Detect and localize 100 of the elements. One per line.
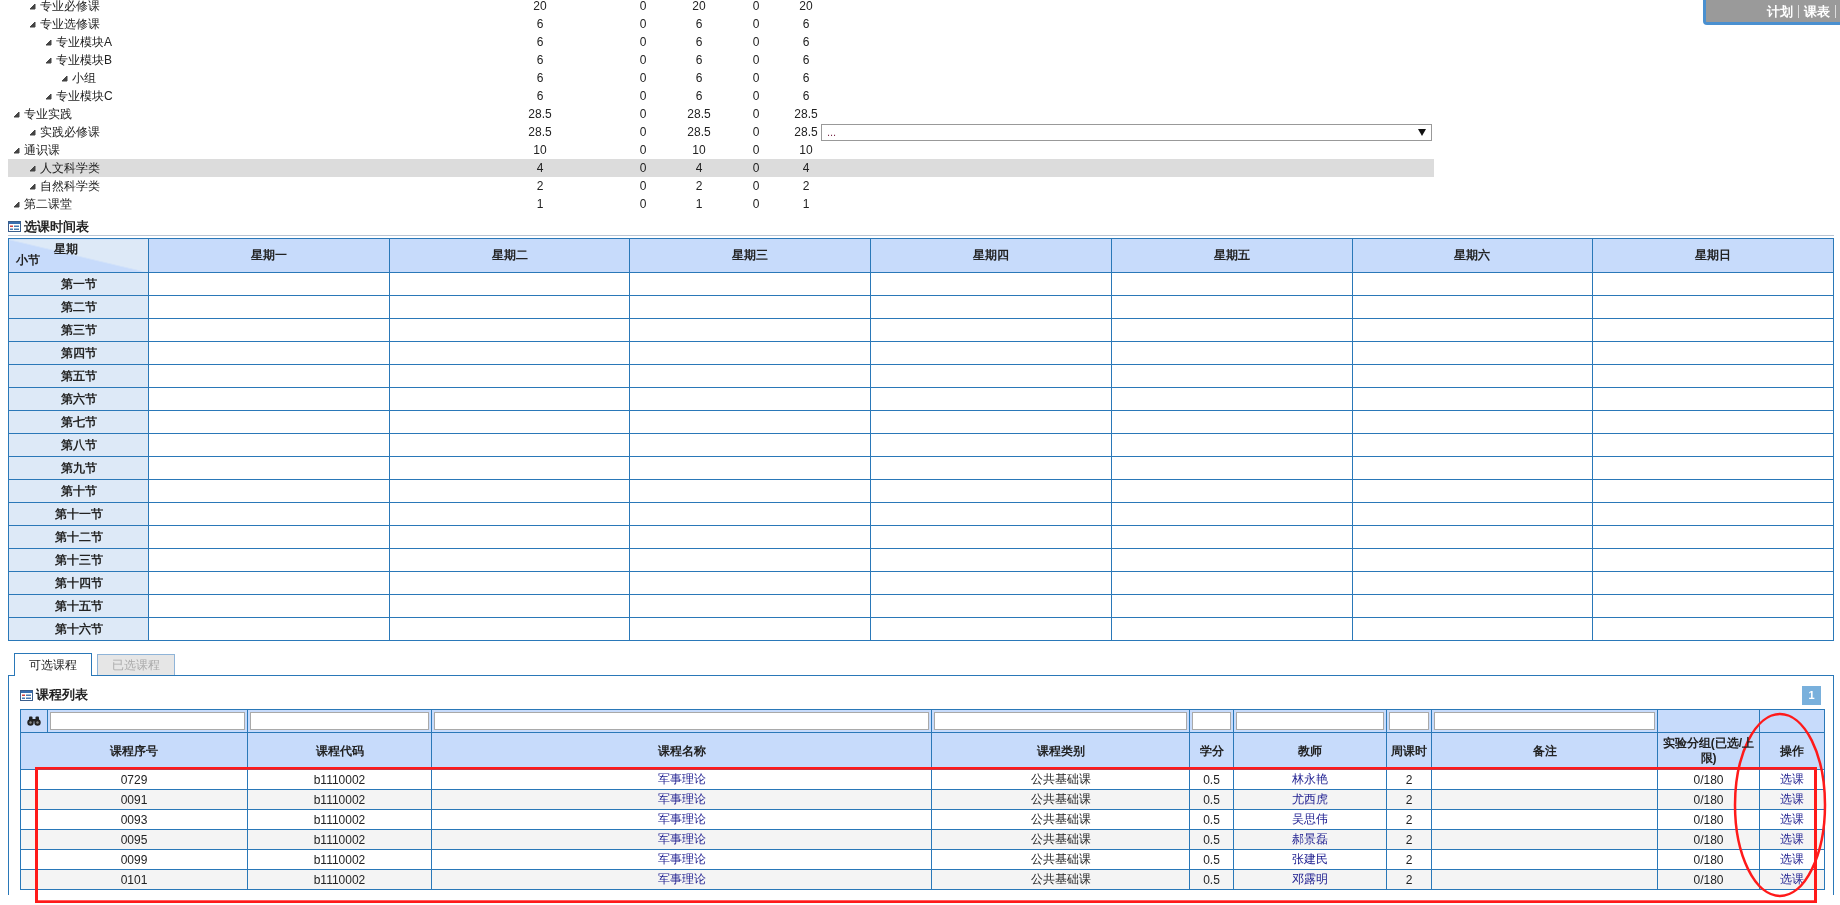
credit-value: 0 bbox=[751, 143, 761, 157]
filter-field[interactable] bbox=[50, 712, 245, 730]
table-cell: 公共基础课 bbox=[931, 769, 1190, 790]
credit-value: 6 bbox=[694, 17, 704, 31]
credit-value: 0 bbox=[638, 125, 648, 139]
tree-item-label[interactable]: 专业模块A bbox=[56, 33, 112, 51]
expanded-icon[interactable] bbox=[29, 20, 36, 28]
teacher-link[interactable]: 吴思伟 bbox=[1292, 812, 1328, 826]
tree-item-label[interactable]: 小组 bbox=[72, 69, 96, 87]
table-cell: b1110002 bbox=[247, 769, 432, 790]
table-cell: 公共基础课 bbox=[931, 809, 1190, 830]
table-cell: 0/180 bbox=[1657, 769, 1760, 790]
dropdown-field[interactable]: ... bbox=[821, 123, 1432, 141]
tab[interactable]: 可选课程 bbox=[14, 653, 92, 676]
column-header: 星期六 bbox=[1352, 238, 1593, 273]
credit-value: 10 bbox=[691, 143, 707, 157]
credit-value: 6 bbox=[535, 17, 545, 31]
table-icon bbox=[8, 221, 21, 232]
filter-field[interactable] bbox=[434, 712, 929, 730]
credit-value: 6 bbox=[535, 35, 545, 49]
credit-value: 20 bbox=[798, 0, 814, 13]
filter-field[interactable] bbox=[1192, 712, 1231, 730]
course-name-link[interactable]: 军事理论 bbox=[657, 812, 706, 826]
column-header: 星期一 bbox=[148, 238, 390, 273]
expanded-icon[interactable] bbox=[29, 164, 36, 172]
table-cell: 0.5 bbox=[1189, 849, 1234, 870]
filter-field[interactable] bbox=[1434, 712, 1655, 730]
course-name-link[interactable]: 军事理论 bbox=[657, 872, 706, 886]
column-header: 星期三 bbox=[629, 238, 871, 273]
teacher-link[interactable]: 邓露明 bbox=[1292, 872, 1328, 886]
credit-value: 0 bbox=[751, 161, 761, 175]
filter-field[interactable] bbox=[250, 712, 429, 730]
filter-field[interactable] bbox=[1236, 712, 1384, 730]
table-cell: 0.5 bbox=[1189, 869, 1234, 890]
expanded-icon[interactable] bbox=[45, 38, 52, 46]
credit-value: 6 bbox=[535, 89, 545, 103]
expanded-icon[interactable] bbox=[29, 182, 36, 190]
credit-value: 0 bbox=[638, 107, 648, 121]
tree-item-label[interactable]: 专业实践 bbox=[24, 105, 72, 123]
table-cell: 0.5 bbox=[1189, 809, 1234, 830]
credit-value: 6 bbox=[694, 53, 704, 67]
course-name-link[interactable]: 军事理论 bbox=[657, 832, 706, 846]
credit-value: 0 bbox=[751, 125, 761, 139]
teacher-link[interactable]: 张建民 bbox=[1292, 852, 1328, 866]
course-name-link[interactable]: 军事理论 bbox=[657, 792, 706, 806]
binoculars-icon[interactable] bbox=[27, 716, 41, 726]
filter-field[interactable] bbox=[934, 712, 1187, 730]
row-header: 第五节 bbox=[8, 364, 149, 388]
expanded-icon[interactable] bbox=[13, 146, 20, 154]
row-header: 第二节 bbox=[8, 295, 149, 319]
course-name-link[interactable]: 军事理论 bbox=[657, 852, 706, 866]
credit-value: 1 bbox=[535, 197, 545, 211]
tree-item-label[interactable]: 第二课堂 bbox=[24, 195, 72, 213]
credit-value: 0 bbox=[638, 35, 648, 49]
column-header: 星期四 bbox=[870, 238, 1112, 273]
tree-item-label[interactable]: 专业模块B bbox=[56, 51, 112, 69]
table-cell: 0/180 bbox=[1657, 809, 1760, 830]
teacher-link[interactable]: 郝景磊 bbox=[1292, 832, 1328, 846]
row-header: 第十一节 bbox=[8, 502, 149, 526]
tree-item-label[interactable]: 人文科学类 bbox=[40, 159, 100, 177]
row-header: 第九节 bbox=[8, 456, 149, 480]
credit-value: 0 bbox=[751, 35, 761, 49]
row-header: 第十三节 bbox=[8, 548, 149, 572]
expanded-icon[interactable] bbox=[13, 200, 20, 208]
expanded-icon[interactable] bbox=[29, 128, 36, 136]
course-name-link[interactable]: 军事理论 bbox=[657, 772, 706, 786]
row-axis-label: 小节 bbox=[16, 252, 40, 269]
expanded-icon[interactable] bbox=[13, 110, 20, 118]
expanded-icon[interactable] bbox=[45, 92, 52, 100]
credit-value: 10 bbox=[532, 143, 548, 157]
tree-item-label[interactable]: 自然科学类 bbox=[40, 177, 100, 195]
row-header: 第十五节 bbox=[8, 594, 149, 618]
tree-item-label[interactable]: 专业选修课 bbox=[40, 15, 100, 33]
expanded-icon[interactable] bbox=[61, 74, 68, 82]
dropdown-arrow-icon[interactable] bbox=[1418, 128, 1426, 136]
filter-field[interactable] bbox=[1389, 712, 1429, 730]
tree-item-label[interactable]: 通识课 bbox=[24, 141, 60, 159]
tree-item-label[interactable]: 实践必修课 bbox=[40, 123, 100, 141]
credit-value: 6 bbox=[801, 17, 811, 31]
table-cell: b1110002 bbox=[247, 829, 432, 850]
tree-item-label[interactable]: 专业模块C bbox=[56, 87, 113, 105]
credit-value: 6 bbox=[535, 53, 545, 67]
credit-value: 28.5 bbox=[793, 107, 819, 121]
expanded-icon[interactable] bbox=[45, 56, 52, 64]
credit-value: 0 bbox=[751, 179, 761, 193]
row-header: 第十二节 bbox=[8, 525, 149, 549]
section-title: 课程列表 bbox=[36, 686, 88, 704]
table-cell: 0/180 bbox=[1657, 829, 1760, 850]
tree-item-label[interactable]: 专业必修课 bbox=[40, 0, 100, 15]
table-cell: 0/180 bbox=[1657, 869, 1760, 890]
teacher-link[interactable]: 林永艳 bbox=[1292, 772, 1328, 786]
credit-value: 28.5 bbox=[527, 107, 553, 121]
table-cell: b1110002 bbox=[247, 789, 432, 810]
credit-value: 0 bbox=[751, 89, 761, 103]
expanded-icon[interactable] bbox=[29, 2, 36, 10]
row-header: 第八节 bbox=[8, 433, 149, 457]
column-header: 课程序号 bbox=[20, 732, 248, 770]
teacher-link[interactable]: 尤西虎 bbox=[1292, 792, 1328, 806]
table-cell: b1110002 bbox=[247, 809, 432, 830]
table-cell: 0/180 bbox=[1657, 849, 1760, 870]
